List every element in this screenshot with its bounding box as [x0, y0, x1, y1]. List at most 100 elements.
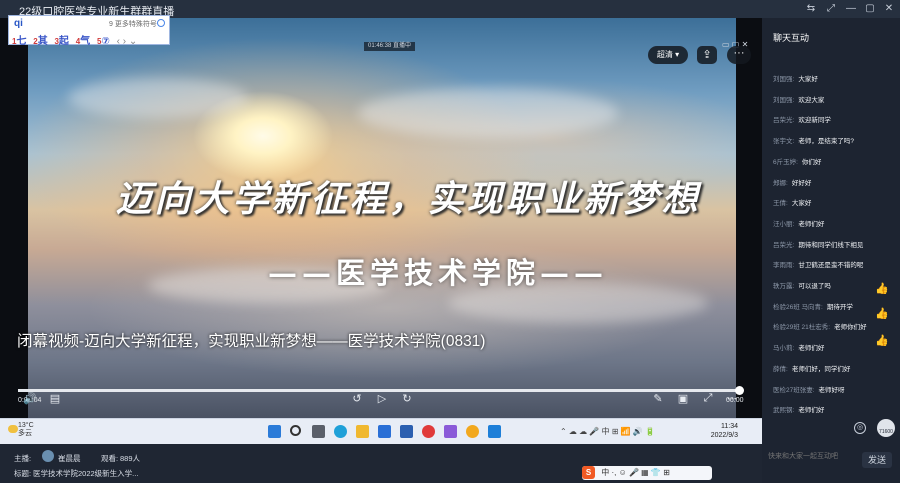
chat-message: 吕荣光: 欢迎新同学 [773, 114, 831, 124]
chat-text: 老师们好 [798, 345, 825, 353]
chat-tools-icon[interactable]: ◎ [854, 422, 866, 434]
chat-text: 老师，是结束了吗? [798, 138, 854, 146]
ime-logo-icon [157, 19, 165, 27]
video-frame: 迈向大学新征程，实现职业新梦想 ——医学技术学院—— [28, 18, 736, 418]
chat-author[interactable]: 检验26班 马向青: [773, 304, 823, 311]
ime-candidate[interactable]: 2其 [33, 36, 47, 47]
pen-icon[interactable]: ✎ [650, 392, 666, 405]
chat-author[interactable]: 刘国强: [773, 97, 794, 104]
taskbar-clock[interactable]: 11:34 2022/9/3 [706, 422, 738, 440]
live-stream-window: 22级口腔医学专业新生群群直播 ⇆ ⤢ — ▢ ✕ 迈向大学新征程，实现职业新梦… [0, 0, 900, 483]
chat-text: 老师们好 [798, 407, 825, 415]
chat-author[interactable]: 吕荣光: [773, 242, 794, 249]
chat-message: 张宇文: 老师，是结束了吗? [773, 135, 854, 145]
video-player[interactable]: 迈向大学新征程，实现职业新梦想 ——医学技术学院—— 闭幕视频-迈向大学新征程，… [0, 18, 762, 418]
folder-icon[interactable] [356, 425, 369, 438]
video-headline: 迈向大学新征程，实现职业新梦想 [115, 178, 701, 220]
start-icon[interactable] [268, 425, 281, 438]
chat-text: 可以退了吗 [798, 283, 831, 290]
chat-author[interactable]: 吕荣光: [773, 117, 794, 124]
edge-icon[interactable] [334, 425, 347, 438]
chat-message: 王倩: 大家好 [773, 197, 811, 207]
stream-title: 医学技术学院2022级新生入学... [33, 469, 139, 478]
clock-time: 11:34 [721, 423, 738, 430]
chat-message: 郑娜: 好好好 [773, 177, 811, 187]
quality-selector[interactable]: 超清 ▾ [648, 46, 688, 64]
chat-message: 检验26班 马向青: 期待开学 [773, 301, 853, 311]
stream-info-bar: 主播: 崔晨晨 观看: 889人 标题: 医学技术学院2022级新生入学... … [0, 444, 762, 483]
store-icon[interactable] [400, 425, 413, 438]
more-options-icon[interactable]: ··· [727, 46, 751, 64]
system-tray[interactable]: ⌃ ☁ ☁ 🎤 中 ⊞ 📶 🔊 🔋 [560, 426, 655, 437]
ime-candidate[interactable]: 1七 [12, 36, 26, 47]
ime-candidate[interactable]: 4气 [76, 36, 90, 47]
chat-author[interactable]: 马小莉: [773, 345, 794, 352]
minimize-button[interactable]: — [844, 2, 858, 16]
app-icon[interactable] [444, 425, 457, 438]
chat-message: 刘国强: 欢迎大家 [773, 94, 824, 104]
chat-author[interactable]: 轶万露: [773, 283, 794, 290]
chat-author[interactable]: 薛倩: [773, 366, 788, 373]
chat-message: 医检27班张妻: 老师好呀 [773, 384, 845, 394]
ime-page-nav[interactable]: ‹ › ⌄ [117, 36, 138, 47]
host-avatar[interactable] [42, 450, 54, 462]
danmaku-icon[interactable]: ▤ [47, 392, 63, 405]
chrome-icon[interactable] [466, 425, 479, 438]
chat-author[interactable]: 李雨雨: [773, 262, 794, 269]
fullscreen-icon[interactable]: ⤢ [700, 392, 716, 405]
chat-author[interactable]: 检验29班 21杜宏秀: [773, 324, 830, 331]
chat-author[interactable]: 6斤玉婷: [773, 159, 798, 166]
chat-author[interactable]: 郑娜: [773, 180, 788, 187]
play-icon[interactable]: ▷ [374, 392, 390, 405]
chat-text: 大家好 [798, 76, 818, 83]
chat-text: 欢迎新同学 [798, 117, 831, 125]
task-view-icon[interactable] [312, 425, 325, 438]
chat-author[interactable]: 王倩: [773, 200, 788, 207]
picture-in-picture-icon[interactable]: ▣ [675, 392, 691, 405]
chat-message: 薛倩: 老师们好，同学们好 [773, 363, 850, 373]
host-name: 崔晨晨 [58, 454, 81, 463]
volume-icon[interactable]: 🔊 [22, 392, 38, 405]
chat-panel: 聊天互动 刘国强: 大家好刘国强: 欢迎大家 吕荣光: 欢迎新同学张宇文: 老师，是结束了… [762, 18, 900, 483]
chat-title: 聊天互动 [773, 33, 810, 43]
thumbs-up-icon: 👍 [875, 335, 889, 347]
chat-message: 轶万露: 可以退了吗 [773, 280, 831, 290]
viewer-count: 889人 [120, 454, 141, 463]
ime-candidate[interactable]: 3起 [54, 36, 68, 47]
chat-text: 老师们好 [798, 220, 825, 228]
mail-icon[interactable] [378, 425, 391, 438]
forward-icon[interactable]: ↻ [399, 392, 415, 405]
chat-author[interactable]: 张宇文: [773, 138, 794, 145]
share-icon[interactable]: ⇪ [697, 46, 717, 64]
chat-author[interactable]: 武熙钢: [773, 407, 794, 414]
search-icon[interactable] [290, 425, 301, 436]
chat-author[interactable]: 刘国强: [773, 76, 794, 83]
video-caption: 闭幕视频-迈向大学新征程，实现职业新梦想——医学技术学院(0831) [17, 333, 486, 350]
chat-author[interactable]: 医检27班张妻: [773, 387, 815, 394]
chat-message: 吕荣光: 期待和同学们线下相见 [773, 239, 863, 249]
player-more-icon[interactable]: ⋯ [724, 392, 740, 405]
chat-input[interactable] [768, 448, 858, 464]
chat-author[interactable]: 汪小丽: [773, 221, 794, 228]
netease-icon[interactable] [422, 425, 435, 438]
windows-taskbar: 13°C 多云 ⌃ ☁ ☁ 🎤 中 ⊞ 📶 🔊 🔋 11:34 2022/9/3 [0, 418, 762, 444]
send-button[interactable]: 发送 [862, 452, 892, 468]
ime-toolbar[interactable]: S 中 ·, ☺ 🎤 ▦ 👕 ⊞ [582, 466, 712, 480]
chat-message: 检验29班 21杜宏秀: 老师你们好 [773, 321, 867, 331]
viewers-label: 观看: [101, 454, 119, 463]
chat-message: 马小莉: 老师们好 [773, 342, 824, 352]
maximize-button[interactable]: ▢ [863, 2, 877, 16]
ime-candidate[interactable]: 5⑦ [97, 36, 110, 47]
live-app-icon[interactable] [488, 425, 501, 438]
rewind-icon[interactable]: ↺ [349, 392, 365, 405]
thumbs-up-icon: 👍 [875, 283, 889, 295]
ime-pinyin-input: qi [14, 18, 23, 29]
switch-layout-icon[interactable]: ⇆ [804, 2, 818, 16]
expand-icon[interactable]: ⤢ [824, 2, 838, 16]
close-button[interactable]: ✕ [882, 2, 896, 16]
ime-toolbar-icons: 中 ·, ☺ 🎤 ▦ 👕 ⊞ [601, 468, 670, 477]
stream-title-label: 标题: [14, 469, 32, 478]
chat-avatar[interactable]: 71600 [877, 419, 895, 437]
weather-widget[interactable]: 13°C 多云 [18, 422, 34, 438]
chat-text: 老师你们好 [834, 324, 867, 332]
